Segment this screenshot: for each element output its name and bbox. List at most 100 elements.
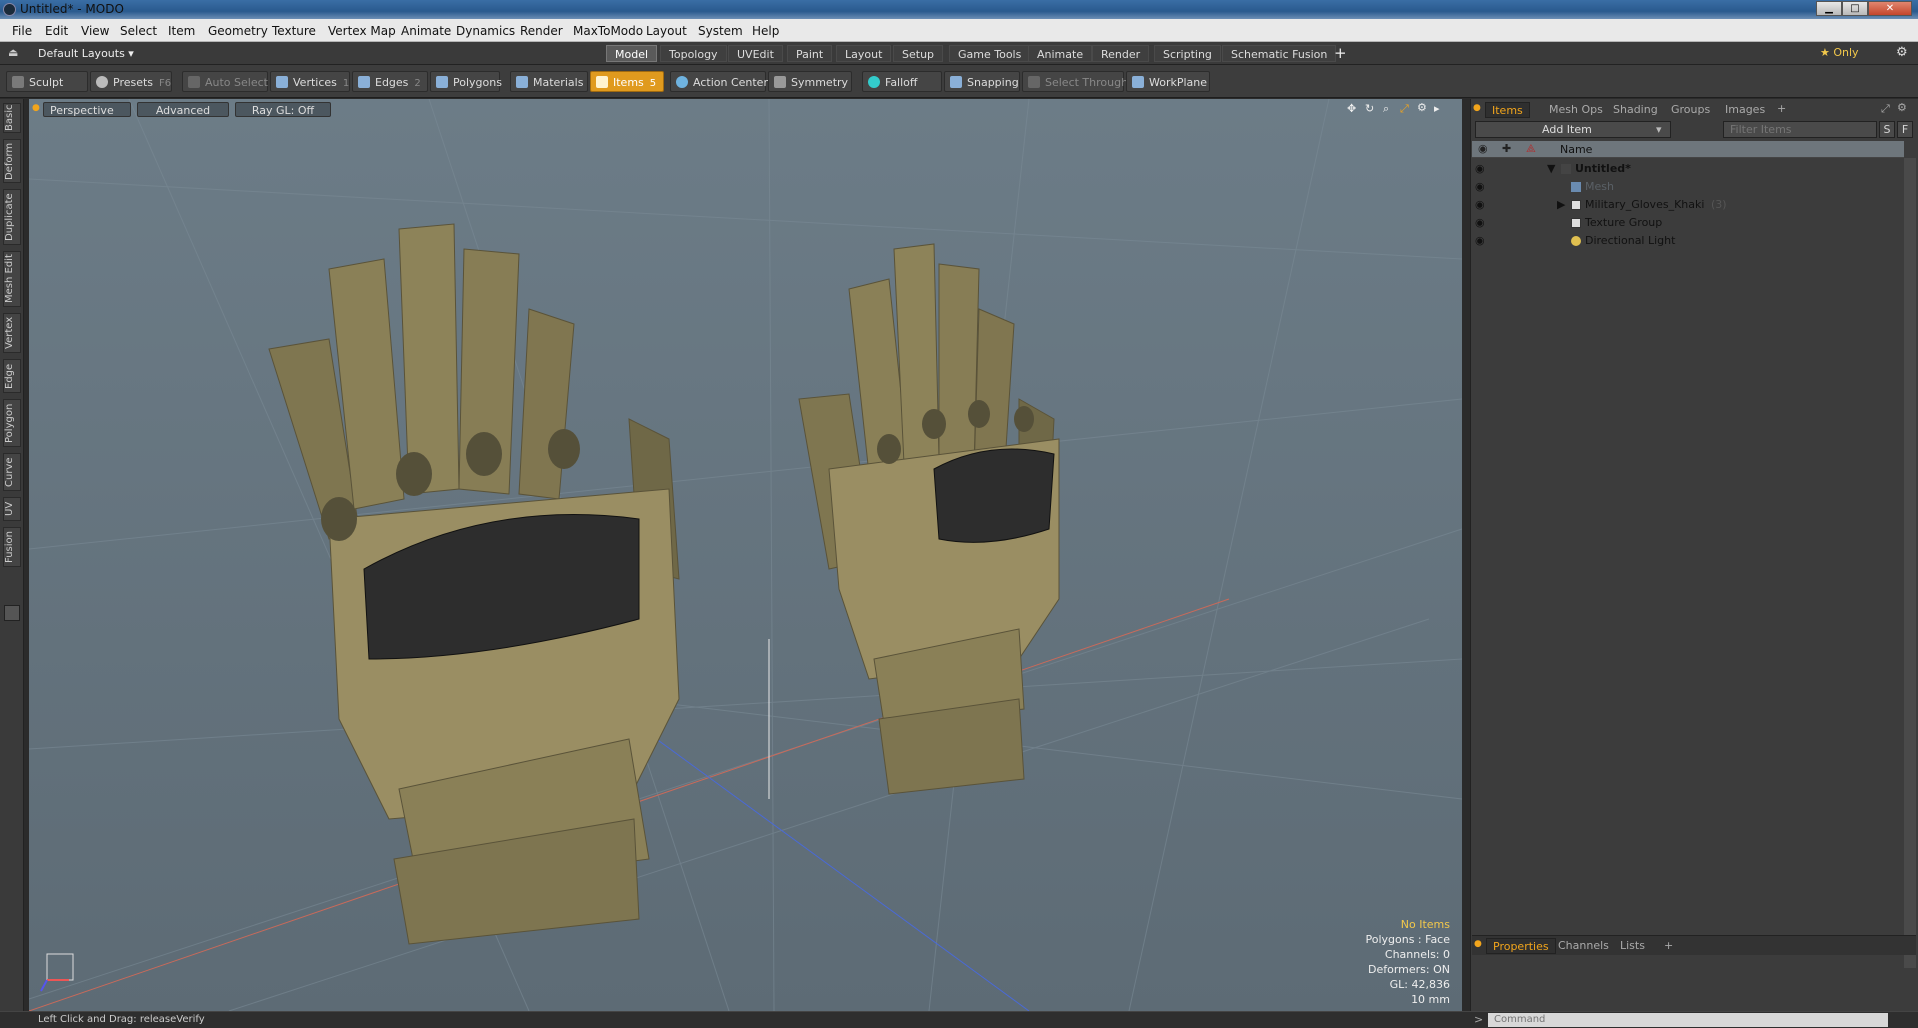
tab-shading[interactable]: Shading	[1607, 102, 1664, 118]
tab-schematic-fusion[interactable]: Schematic Fusion	[1222, 45, 1337, 62]
tab-lists[interactable]: Lists	[1614, 938, 1651, 954]
filter-f-button[interactable]: F	[1897, 121, 1913, 138]
menu-item[interactable]: Item	[168, 24, 195, 38]
visibility-eye-icon[interactable]: ◉	[1475, 199, 1487, 210]
menu-maxtomodo[interactable]: MaxToModo	[573, 24, 643, 38]
tab-topology[interactable]: Topology	[660, 45, 727, 62]
items-scrollbar[interactable]	[1904, 158, 1916, 968]
tab-groups[interactable]: Groups	[1665, 102, 1716, 118]
visibility-eye-icon[interactable]: ◉	[1475, 163, 1487, 174]
only-toggle[interactable]: ★ Only	[1820, 46, 1859, 59]
item-row-untitled[interactable]: ◉ ▼ Untitled*	[1471, 160, 1903, 178]
vtab-basic[interactable]: Basic	[3, 103, 21, 133]
falloff-button[interactable]: Falloff	[862, 71, 942, 92]
vtab-mesh-edit[interactable]: Mesh Edit	[3, 251, 21, 307]
maximize-button[interactable]: □	[1842, 1, 1868, 16]
menu-view[interactable]: View	[81, 24, 109, 38]
visibility-column-icon[interactable]: ◉	[1478, 142, 1488, 155]
menu-geometry[interactable]: Geometry	[208, 24, 268, 38]
item-row-texture-group[interactable]: ◉ Texture Group	[1471, 214, 1903, 232]
tab-images[interactable]: Images	[1719, 102, 1771, 118]
auto-select-button[interactable]: Auto Select	[182, 71, 268, 92]
presets-button[interactable]: Presets F6	[90, 71, 172, 92]
expand-arrow-icon[interactable]: ▼	[1547, 160, 1555, 178]
symmetry-button[interactable]: Symmetry	[768, 71, 852, 92]
tab-render[interactable]: Render	[1092, 45, 1150, 62]
panel-dot-icon[interactable]: ●	[1473, 103, 1481, 113]
vtab-duplicate[interactable]: Duplicate	[3, 189, 21, 245]
menu-system[interactable]: System	[698, 24, 743, 38]
move-view-icon[interactable]: ✥	[1347, 102, 1356, 115]
edges-button[interactable]: Edges 2	[352, 71, 428, 92]
command-input[interactable]	[1488, 1013, 1888, 1027]
menu-vertex-map[interactable]: Vertex Map	[328, 24, 396, 38]
vertices-button[interactable]: Vertices 1	[270, 71, 350, 92]
sculpt-button[interactable]: Sculpt	[6, 71, 88, 92]
visibility-eye-icon[interactable]: ◉	[1475, 217, 1487, 228]
add-panel-tab-button[interactable]: +	[1777, 102, 1786, 115]
filter-s-button[interactable]: S	[1879, 121, 1895, 138]
name-column-header[interactable]: Name	[1560, 143, 1592, 156]
menu-texture[interactable]: Texture	[272, 24, 316, 38]
viewport-gear-icon[interactable]: ⚙	[1417, 101, 1427, 114]
raygl-dropdown[interactable]: Ray GL: Off	[235, 102, 331, 117]
menu-file[interactable]: File	[12, 24, 32, 38]
menu-render[interactable]: Render	[520, 24, 563, 38]
tab-paint[interactable]: Paint	[787, 45, 833, 62]
tab-model[interactable]: Model	[606, 45, 658, 62]
polygons-button[interactable]: Polygons	[430, 71, 502, 92]
add-tab-button[interactable]: +	[1334, 44, 1347, 62]
tab-animate[interactable]: Animate	[1028, 45, 1093, 62]
zoom-view-icon[interactable]: ⌕	[1383, 102, 1389, 116]
select-through-button[interactable]: Select Through	[1022, 71, 1128, 92]
tab-channels[interactable]: Channels	[1552, 938, 1615, 954]
snapping-button[interactable]: Snapping	[944, 71, 1020, 92]
vtab-deform[interactable]: Deform	[3, 139, 21, 183]
layout-arrow-icon[interactable]: ⏏	[8, 46, 18, 59]
add-item-dropdown[interactable]: Add Item ▾	[1475, 121, 1671, 138]
viewport-dot-icon[interactable]: ●	[32, 103, 40, 113]
rotate-view-icon[interactable]: ↻	[1365, 102, 1374, 115]
tab-scripting[interactable]: Scripting	[1154, 45, 1221, 62]
visibility-eye-icon[interactable]: ◉	[1475, 235, 1487, 246]
vtab-curve[interactable]: Curve	[3, 453, 21, 491]
tab-game-tools[interactable]: Game Tools	[949, 45, 1031, 62]
visibility-eye-icon[interactable]: ◉	[1475, 181, 1487, 192]
minimize-button[interactable]: ▁	[1816, 1, 1842, 16]
menu-help[interactable]: Help	[752, 24, 779, 38]
vtab-vertex[interactable]: Vertex	[3, 313, 21, 353]
tab-mesh-ops[interactable]: Mesh Ops	[1543, 102, 1609, 118]
vtab-polygon[interactable]: Polygon	[3, 399, 21, 447]
vtab-edge[interactable]: Edge	[3, 359, 21, 393]
vtab-uv[interactable]: UV	[3, 497, 21, 521]
tab-uvedit[interactable]: UVEdit	[728, 45, 783, 62]
menu-layout[interactable]: Layout	[646, 24, 687, 38]
advanced-dropdown[interactable]: Advanced	[137, 102, 229, 117]
tab-layout[interactable]: Layout	[836, 45, 892, 62]
item-row-directional-light[interactable]: ◉ Directional Light	[1471, 232, 1903, 250]
render-column-icon[interactable]: ⟁	[1526, 142, 1536, 156]
default-layouts-dropdown[interactable]: Default Layouts ▾	[38, 47, 134, 60]
panel-expand-icon[interactable]: ⤢	[1881, 102, 1890, 116]
gear-icon[interactable]: ⚙	[1896, 45, 1908, 60]
perspective-dropdown[interactable]: Perspective	[43, 102, 131, 117]
vtab-fusion[interactable]: Fusion	[3, 527, 21, 567]
close-button[interactable]: ✕	[1868, 1, 1912, 16]
items-button[interactable]: Items 5	[590, 71, 664, 92]
glove-left-model[interactable]	[268, 223, 680, 945]
filter-items-input[interactable]	[1723, 121, 1877, 138]
menu-dynamics[interactable]: Dynamics	[456, 24, 515, 38]
workplane-button[interactable]: WorkPlane	[1126, 71, 1210, 92]
action-center-button[interactable]: Action Center	[670, 71, 768, 92]
menu-select[interactable]: Select	[120, 24, 157, 38]
add-properties-tab-button[interactable]: +	[1664, 939, 1673, 952]
viewport-more-icon[interactable]: ▸	[1434, 102, 1440, 115]
panel-toggle-button[interactable]	[4, 605, 20, 621]
tab-setup[interactable]: Setup	[893, 45, 944, 62]
tab-properties[interactable]: Properties	[1486, 938, 1556, 954]
panel-gear-icon[interactable]: ⚙	[1897, 101, 1907, 114]
menu-animate[interactable]: Animate	[401, 24, 451, 38]
properties-dot-icon[interactable]: ●	[1474, 939, 1482, 949]
materials-button[interactable]: Materials	[510, 71, 588, 92]
glove-right-model[interactable]	[798, 243, 1060, 795]
